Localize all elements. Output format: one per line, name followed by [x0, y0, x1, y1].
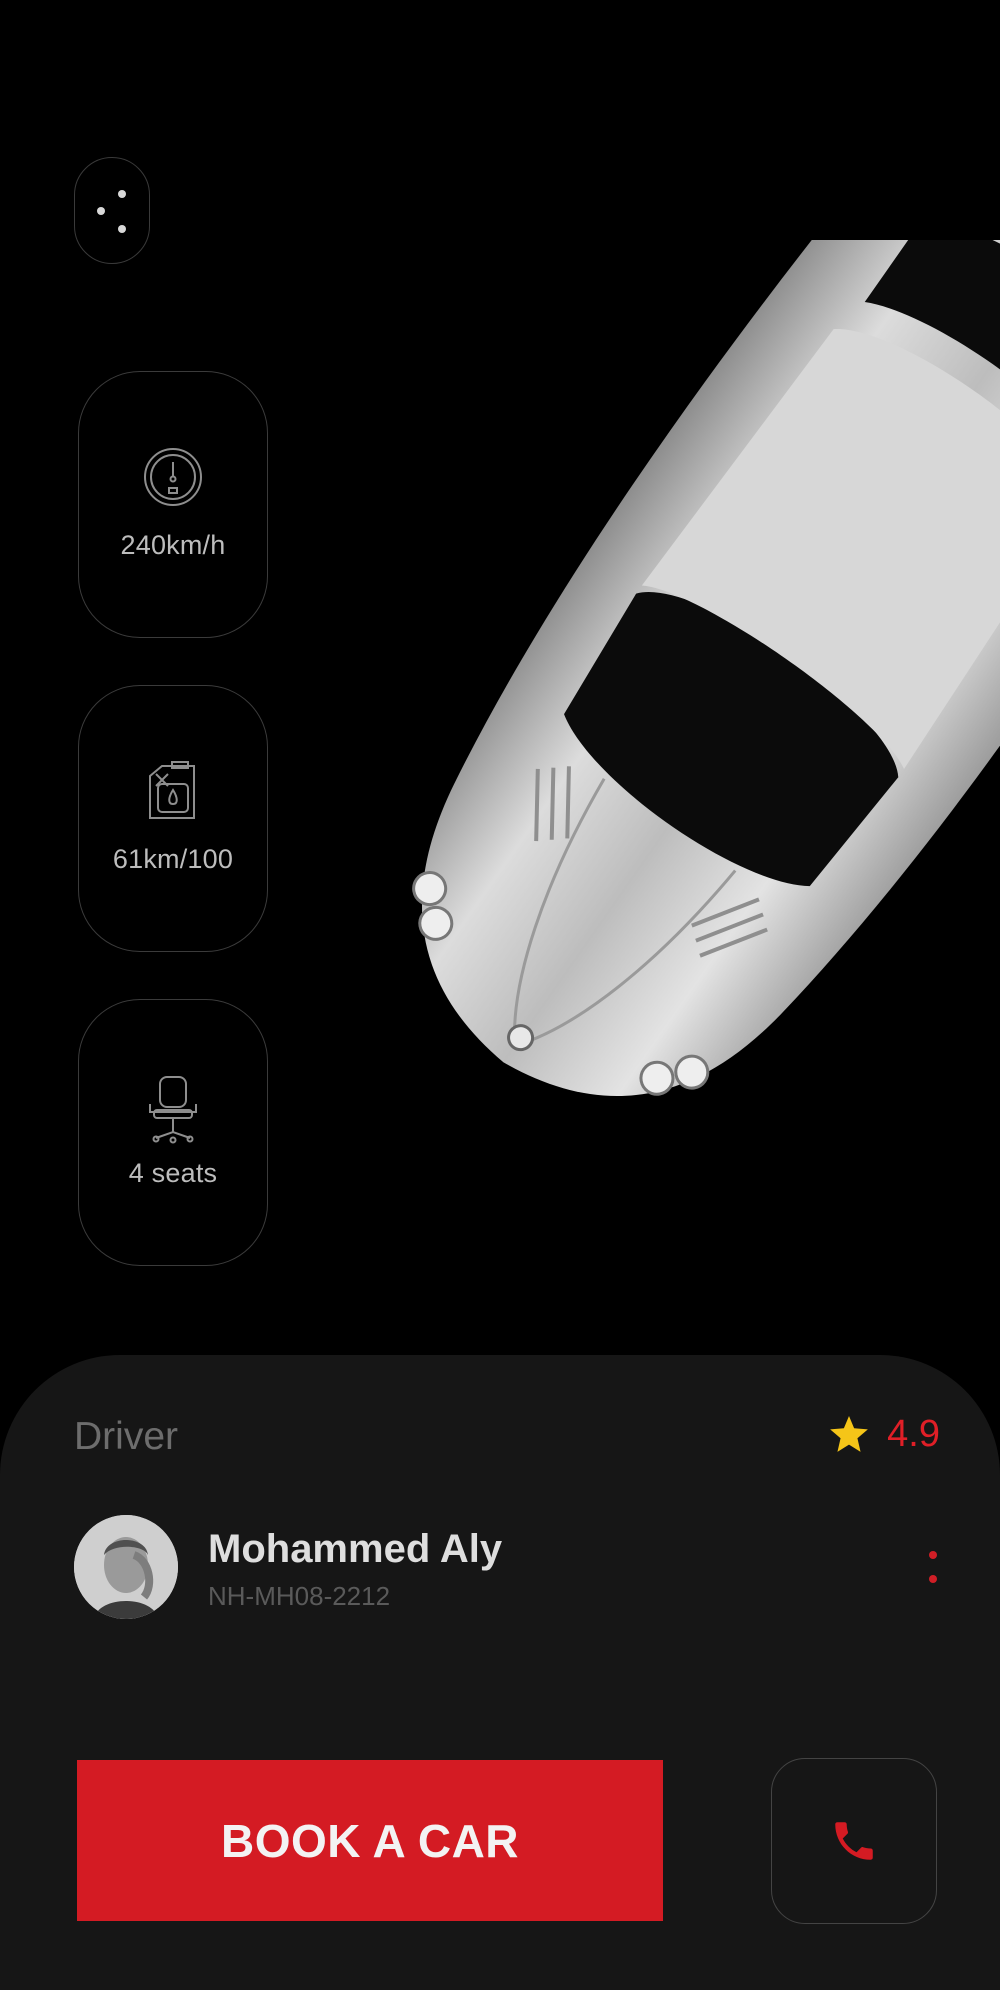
menu-dot — [97, 207, 105, 215]
spec-card-seats: 4 seats — [78, 999, 268, 1266]
driver-panel: Driver 4.9 Mohammed Aly NH-MH08-2212 BOO… — [0, 1355, 1000, 1990]
fuel-can-icon — [149, 761, 195, 819]
rating-value: 4.9 — [887, 1413, 940, 1455]
phone-icon — [835, 1822, 873, 1860]
spec-label: 61km/100 — [112, 844, 234, 874]
driver-rating: 4.9 — [829, 1413, 940, 1456]
avatar — [74, 1515, 178, 1619]
license-plate: NH-MH08-2212 — [208, 1581, 391, 1611]
menu-dot — [118, 225, 126, 233]
dots-menu-icon — [118, 190, 126, 198]
menu-button[interactable] — [74, 157, 150, 264]
star-icon — [830, 1415, 869, 1452]
driver-name: Mohammed Aly — [208, 1527, 503, 1571]
spec-card-fuel: 61km/100 — [78, 685, 268, 952]
driver-section-label: Driver — [74, 1415, 178, 1458]
speedometer-icon — [144, 448, 202, 506]
more-dot — [929, 1551, 937, 1559]
call-button[interactable] — [771, 1758, 937, 1924]
book-car-button[interactable]: BOOK A CAR — [77, 1760, 663, 1921]
spec-card-speed: 240km/h — [78, 371, 268, 638]
spec-label: 4 seats — [128, 1158, 218, 1188]
more-dot — [929, 1575, 937, 1583]
car-image — [390, 240, 1000, 1240]
seat-icon — [149, 1076, 197, 1144]
spec-label: 240km/h — [120, 530, 226, 560]
more-vertical-icon[interactable] — [920, 1545, 946, 1595]
